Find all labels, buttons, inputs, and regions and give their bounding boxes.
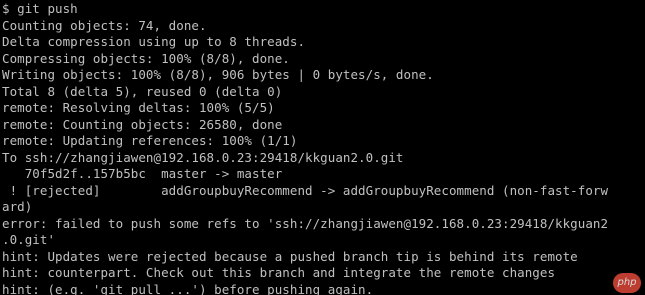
terminal-line: To ssh://zhangjiawen@192.168.0.23:29418/…	[2, 149, 404, 165]
terminal-line-error-wrap: .0.git'	[2, 232, 56, 247]
php-watermark-logo: php	[613, 273, 641, 293]
terminal-line: Delta compression using up to 8 threads.	[2, 34, 306, 49]
terminal-line: Compressing objects: 100% (8/8), done.	[2, 50, 290, 66]
terminal-output: $ git push Counting objects: 74, done. D…	[2, 1, 608, 295]
terminal-line-error: error: failed to push some refs to 'ssh:…	[2, 215, 609, 231]
terminal-line: Counting objects: 74, done.	[2, 17, 207, 33]
terminal-line: remote: Updating references: 100% (1/1)	[2, 133, 298, 148]
terminal-line-hint: hint: counterpart. Check out this branch…	[2, 265, 556, 280]
terminal-line: remote: Counting objects: 26580, done	[2, 116, 283, 132]
terminal-line-rejected-wrap: ard)	[2, 199, 33, 214]
terminal-line: remote: Resolving deltas: 100% (5/5)	[2, 100, 275, 115]
terminal-line-hint: hint: Updates were rejected because a pu…	[2, 248, 578, 264]
terminal-line: Writing objects: 100% (8/8), 906 bytes |…	[2, 67, 434, 82]
terminal-line: Total 8 (delta 5), reused 0 (delta 0)	[2, 83, 283, 99]
terminal-line-rejected: ! [rejected] addGroupbuyRecommend -> add…	[2, 182, 609, 198]
terminal-line-command: $ git push	[2, 1, 78, 16]
terminal-line: 70f5d2f..157b5bc master -> master	[2, 166, 283, 181]
terminal-window[interactable]: $ git push Counting objects: 74, done. D…	[0, 0, 645, 295]
terminal-line-hint: hint: (e.g. 'git pull ...') before pushi…	[2, 281, 374, 295]
